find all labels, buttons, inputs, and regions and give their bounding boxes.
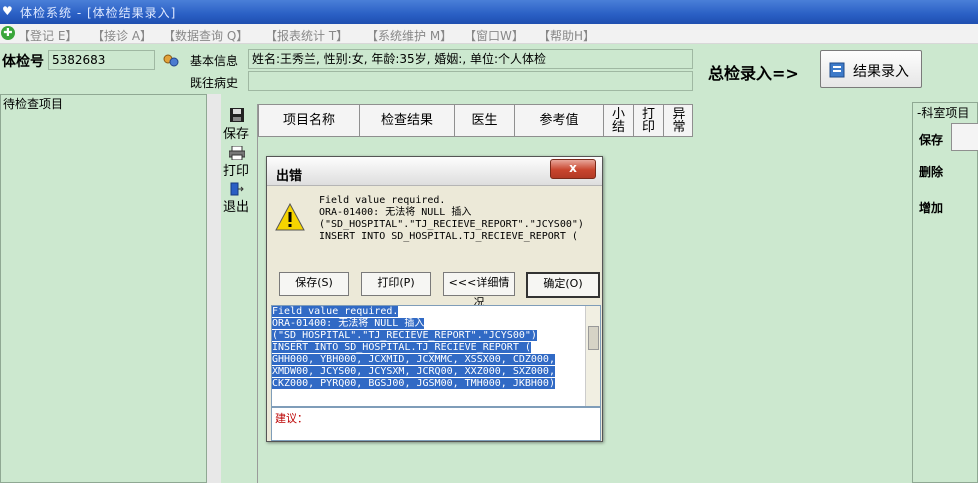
col-result[interactable]: 检查结果	[360, 105, 455, 136]
history-field[interactable]	[248, 71, 693, 91]
menu-bar: ✚ 【登记 E】 【接诊 A】 【数据查询 Q】 【报表统计 T】 【系统维护 …	[0, 24, 978, 44]
detail-line: CKZ000, PYRQ00, BGSJ00, JGSM00, TMH000, …	[272, 378, 555, 389]
result-entry-label: 结果录入	[853, 64, 909, 80]
col-item-name[interactable]: 项目名称	[259, 105, 360, 136]
suggestion-label: 建议：	[275, 412, 308, 425]
exit-icon	[230, 182, 244, 196]
detail-scrollbar[interactable]	[585, 306, 600, 406]
dialog-details-button[interactable]: <<<详细情况	[443, 272, 515, 309]
save-button[interactable]: 保存	[223, 123, 249, 142]
basic-info-field: 姓名:王秀兰, 性别:女, 年龄:35岁, 婚姻:, 单位:个人体检	[248, 49, 693, 69]
menu-window[interactable]: 【窗口W】	[464, 27, 524, 44]
exam-no-input[interactable]: 5382683	[48, 50, 155, 70]
print-icon	[229, 146, 245, 160]
window-title: 体检系统 - [体检结果录入]	[20, 6, 177, 20]
app-icon: ♥	[2, 4, 13, 18]
dept-grid-header	[951, 123, 978, 151]
menu-query[interactable]: 【数据查询 Q】	[163, 27, 248, 44]
save-icon	[230, 108, 244, 122]
dialog-title: 出错	[276, 169, 303, 184]
dept-items-panel: -科室项目 保存 删除 增加	[912, 102, 978, 483]
col-abnormal[interactable]: 异常	[664, 105, 694, 136]
print-button[interactable]: 打印	[223, 160, 249, 179]
dept-delete-button[interactable]: 删除	[919, 163, 943, 180]
history-label: 既往病史	[190, 76, 239, 90]
title-bar: ♥ 体检系统 - [体检结果录入]	[0, 0, 978, 24]
col-print[interactable]: 打印	[634, 105, 664, 136]
detail-line: XMDW00, JCYS00, JCYSXM, JCRQ00, XXZ000, …	[272, 366, 555, 377]
pending-items-title: 待检查项目	[3, 97, 64, 111]
pending-items-panel: 待检查项目	[0, 94, 207, 483]
error-dialog: 出错 x Field value required. ORA-01400: 无法…	[266, 156, 603, 442]
detail-line: GHH000, YBH000, JCXMID, JCXMMC, XSSX00, …	[272, 354, 555, 365]
dialog-save-button[interactable]: 保存(S)	[279, 272, 349, 296]
menu-system[interactable]: 【系统维护 M】	[366, 27, 452, 44]
detail-line: ORA-01400: 无法将 NULL 插入	[272, 318, 425, 329]
menu-report[interactable]: 【报表统计 T】	[265, 27, 348, 44]
summary-entry-label: 总检录入=>	[708, 64, 799, 83]
basic-info-label: 基本信息	[190, 54, 239, 68]
detail-line: INSERT INTO SD_HOSPITAL.TJ_RECIEVE_REPOR…	[272, 342, 531, 353]
col-reference[interactable]: 参考值	[515, 105, 604, 136]
result-entry-button[interactable]: 结果录入	[820, 50, 922, 88]
dialog-ok-button[interactable]: 确定(O)	[526, 272, 600, 298]
patient-header: 体检号 5382683 基本信息 姓名:王秀兰, 性别:女, 年龄:35岁, 婚…	[0, 44, 978, 94]
dialog-print-button[interactable]: 打印(P)	[361, 272, 431, 296]
dialog-titlebar: 出错 x	[267, 157, 602, 186]
search-person-icon[interactable]	[162, 52, 180, 70]
col-summary[interactable]: 小结	[604, 105, 634, 136]
col-doctor[interactable]: 医生	[455, 105, 515, 136]
exit-button[interactable]: 退出	[223, 196, 249, 215]
grid-header: 项目名称 检查结果 医生 参考值 小结 打印 异常	[258, 104, 693, 137]
dept-save-button[interactable]: 保存	[919, 131, 943, 148]
close-icon: x	[569, 161, 577, 175]
menu-register[interactable]: 【登记 E】	[18, 27, 77, 44]
dept-items-title: -科室项目	[917, 106, 970, 120]
menu-reception[interactable]: 【接诊 A】	[92, 27, 152, 44]
detail-line: ("SD_HOSPITAL"."TJ_RECIEVE_REPORT"."JCYS…	[272, 330, 537, 341]
close-button[interactable]: x	[550, 159, 596, 179]
warning-icon	[275, 203, 305, 231]
exam-no-label: 体检号	[2, 54, 44, 70]
dept-add-button[interactable]: 增加	[919, 199, 943, 216]
menu-app-icon[interactable]: ✚	[1, 26, 15, 40]
suggestion-textarea[interactable]: 建议：	[271, 407, 601, 441]
error-detail-textarea[interactable]: Field value required. ORA-01400: 无法将 NUL…	[271, 305, 601, 407]
vertical-toolbar: 保存 打印 退出	[221, 104, 257, 224]
splitter[interactable]	[207, 94, 221, 483]
error-message: Field value required. ORA-01400: 无法将 NUL…	[319, 195, 584, 242]
detail-line: Field value required.	[272, 306, 399, 317]
document-icon	[829, 62, 845, 78]
menu-help[interactable]: 【帮助H】	[538, 27, 595, 44]
